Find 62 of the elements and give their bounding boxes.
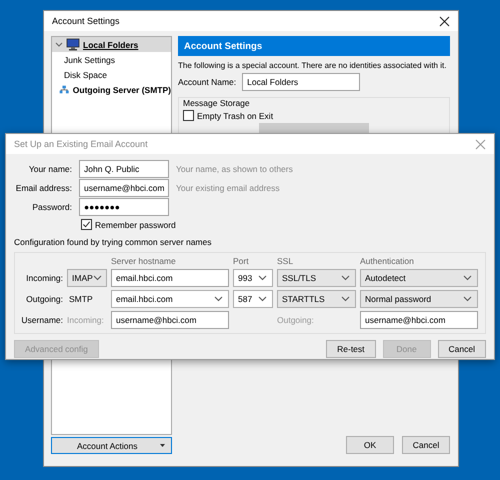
panel-header: Account Settings [178, 36, 450, 56]
hostname-field[interactable]: email.hbci.com [111, 269, 229, 287]
check-icon [82, 220, 91, 229]
input-field[interactable]: username@hbci.com [79, 179, 169, 197]
account-name-field[interactable]: Local Folders [242, 73, 360, 91]
column-header: SSL [277, 256, 294, 266]
port-combo[interactable]: 993 [233, 269, 273, 287]
column-header: Port [233, 256, 249, 266]
dialog-button[interactable]: Cancel [402, 436, 450, 454]
dialog-button[interactable]: Re-test [326, 340, 376, 358]
chevron-down-icon [341, 296, 350, 302]
description-text: The following is a special account. There are no identities associated with it. [178, 61, 446, 70]
close-icon[interactable] [439, 16, 450, 26]
input-field[interactable]: ●●●●●●● [79, 198, 169, 216]
row-label: Outgoing: [26, 294, 63, 304]
tree-item[interactable]: Junk Settings [52, 52, 171, 67]
hint-text: Your name, as shown to others [176, 164, 293, 174]
authentication-dropdown[interactable]: Autodetect [360, 269, 478, 287]
chevron-down-icon [463, 296, 472, 302]
tree-item[interactable]: Local Folders [52, 37, 171, 52]
username-field[interactable]: username@hbci.com [360, 311, 478, 329]
status-text: Configuration found by trying common server names [14, 237, 212, 247]
hostname-combo[interactable]: email.hbci.com [111, 290, 229, 308]
dialog-button[interactable]: OK [346, 436, 394, 454]
row-label: Username: [21, 315, 63, 325]
remember-password-checkbox[interactable]: Remember password [81, 219, 176, 230]
field-label: Incoming: [67, 315, 104, 325]
empty-trash-checkbox[interactable]: Empty Trash on Exit [183, 110, 274, 121]
network-icon [59, 83, 70, 96]
field-label: Password: [32, 202, 72, 212]
field-label: Account Name: [178, 77, 236, 87]
account-actions-button[interactable]: Account Actions [51, 437, 172, 454]
row-label: Incoming: [26, 273, 63, 283]
computer-icon [66, 38, 80, 51]
chevron-down-icon [55, 42, 63, 48]
chevron-down-icon [92, 275, 102, 281]
field-label: Your name: [28, 164, 72, 174]
protocol-text: SMTP [68, 294, 93, 304]
input-field[interactable]: John Q. Public [79, 160, 169, 178]
chevron-down-icon [258, 275, 267, 281]
chevron-down-icon [341, 275, 350, 281]
protocol-dropdown[interactable]: IMAP [67, 269, 107, 287]
column-header: Server hostname [111, 256, 176, 266]
hint-text: Your existing email address [176, 183, 280, 193]
group-title: Message Storage [183, 98, 250, 108]
port-combo[interactable]: 587 [233, 290, 273, 308]
field-label: Outgoing: [277, 315, 314, 325]
dropdown-arrow-icon [160, 444, 165, 447]
ssl-dropdown[interactable]: SSL/TLS [277, 269, 356, 287]
window-title: Account Settings [52, 16, 120, 26]
dialog-button[interactable]: Cancel [438, 340, 486, 358]
chevron-down-icon [258, 296, 267, 302]
tree-item[interactable]: Disk Space [52, 67, 171, 82]
tree-item[interactable]: Outgoing Server (SMTP) [52, 82, 171, 97]
chevron-down-icon [214, 296, 223, 302]
chevron-down-icon [463, 275, 472, 281]
dialog-title: Set Up an Existing Email Account [14, 139, 148, 149]
username-field[interactable]: username@hbci.com [111, 311, 229, 329]
column-header: Authentication [360, 256, 414, 266]
field-label: Email address: [16, 183, 72, 193]
authentication-dropdown[interactable]: Normal password [360, 290, 478, 308]
ssl-dropdown[interactable]: STARTTLS [277, 290, 356, 308]
